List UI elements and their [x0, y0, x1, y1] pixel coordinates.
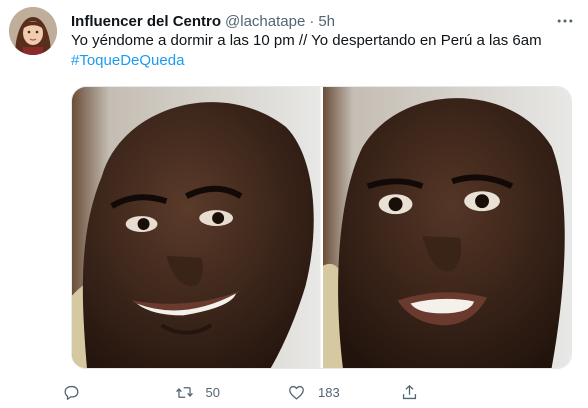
timestamp[interactable]: 5h [318, 13, 335, 30]
retweet-button[interactable]: 50 [175, 383, 288, 402]
reply-button[interactable] [62, 383, 175, 402]
worried-man-photo[interactable] [322, 87, 571, 368]
display-name[interactable]: Influencer del Centro [71, 13, 221, 30]
action-bar: 50 183 [62, 376, 512, 408]
reply-icon[interactable] [62, 383, 81, 402]
hashtag-link[interactable]: #ToqueDeQueda [71, 51, 571, 71]
smiling-man-photo[interactable] [72, 87, 321, 368]
retweet-count: 50 [205, 384, 220, 400]
retweet-icon[interactable] [175, 383, 194, 402]
handle[interactable]: @lachatape [225, 13, 305, 30]
tweet-text: Yo yéndome a dormir a las 10 pm // Yo de… [71, 31, 571, 71]
tweet-header: Influencer del Centro @lachatape · 5h [71, 11, 335, 31]
like-icon[interactable] [287, 383, 306, 402]
avatar[interactable] [9, 7, 57, 55]
like-count: 183 [318, 384, 340, 400]
separator-dot: · [309, 12, 315, 30]
share-button[interactable] [400, 383, 513, 402]
share-icon[interactable] [400, 383, 419, 402]
avatar-image [9, 7, 57, 55]
tweet-body: Yo yéndome a dormir a las 10 pm // Yo de… [71, 32, 542, 49]
more-icon[interactable] [553, 9, 577, 33]
like-button[interactable]: 183 [287, 383, 400, 402]
tweet[interactable]: Influencer del Centro @lachatape · 5h Yo… [0, 0, 588, 408]
tweet-media[interactable] [71, 86, 572, 369]
